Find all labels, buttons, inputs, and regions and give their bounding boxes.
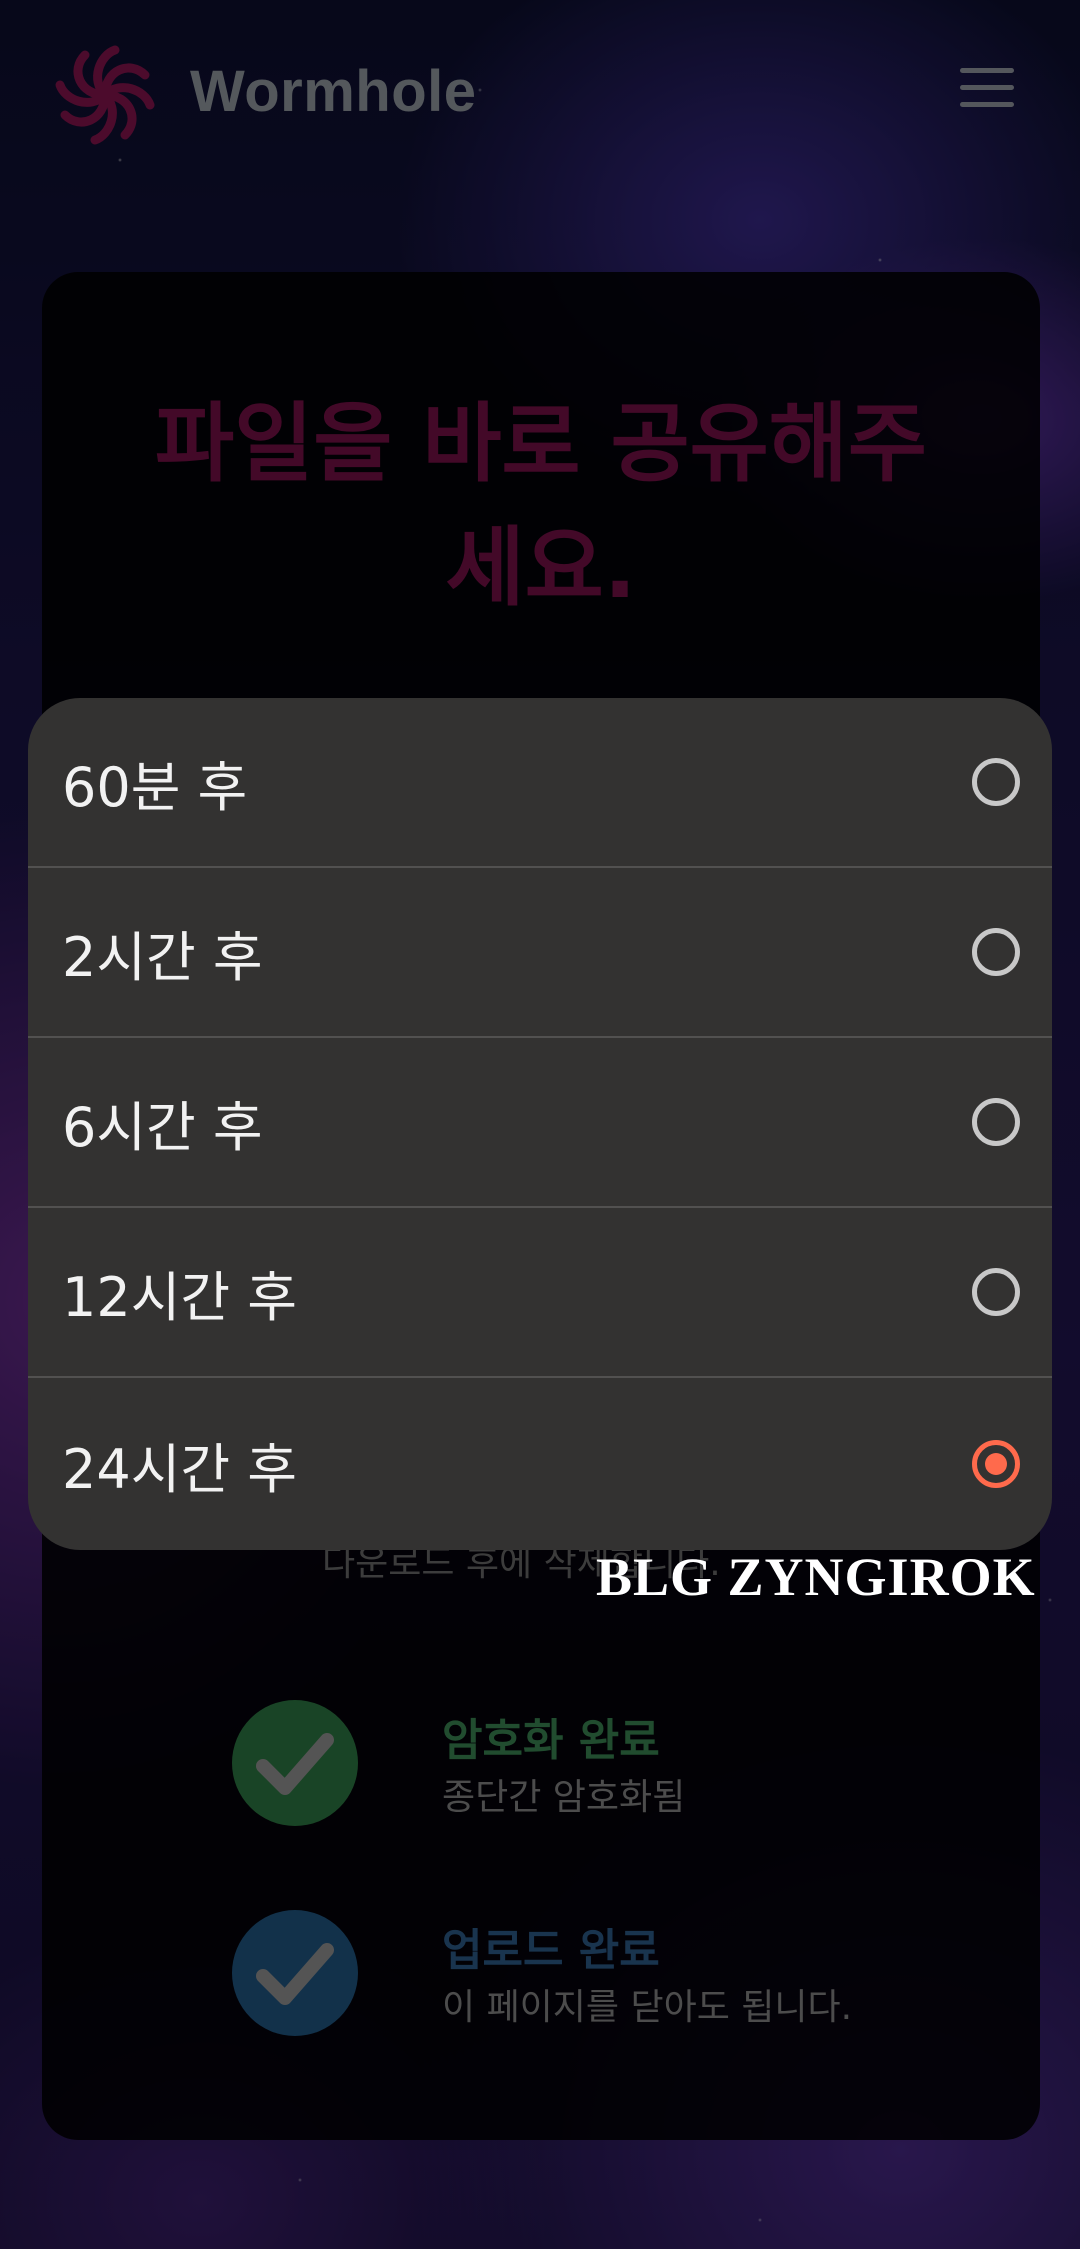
- radio-button[interactable]: [972, 1268, 1020, 1316]
- option-label: 12시간 후: [62, 1265, 297, 1329]
- radio-button-selected[interactable]: [972, 1440, 1020, 1488]
- option-label: 60분 후: [62, 755, 248, 819]
- option-24-hours[interactable]: 24시간 후: [28, 1378, 1052, 1550]
- option-60-minutes[interactable]: 60분 후: [28, 698, 1052, 868]
- option-2-hours[interactable]: 2시간 후: [28, 868, 1052, 1038]
- radio-button[interactable]: [972, 758, 1020, 806]
- option-6-hours[interactable]: 6시간 후: [28, 1038, 1052, 1208]
- option-label: 24시간 후: [62, 1437, 297, 1501]
- radio-button[interactable]: [972, 928, 1020, 976]
- option-12-hours[interactable]: 12시간 후: [28, 1208, 1052, 1378]
- expiry-options-dialog: 60분 후 2시간 후 6시간 후 12시간 후 24시간 후: [28, 698, 1052, 1550]
- option-label: 6시간 후: [62, 1095, 263, 1159]
- radio-button[interactable]: [972, 1098, 1020, 1146]
- option-label: 2시간 후: [62, 925, 263, 989]
- screen: Wormhole 파일을 바로 공유해주 세요. 다운로드 후에 삭제합니다. …: [0, 0, 1080, 2249]
- watermark-text: BLG ZYNGIROK: [596, 1547, 1036, 1607]
